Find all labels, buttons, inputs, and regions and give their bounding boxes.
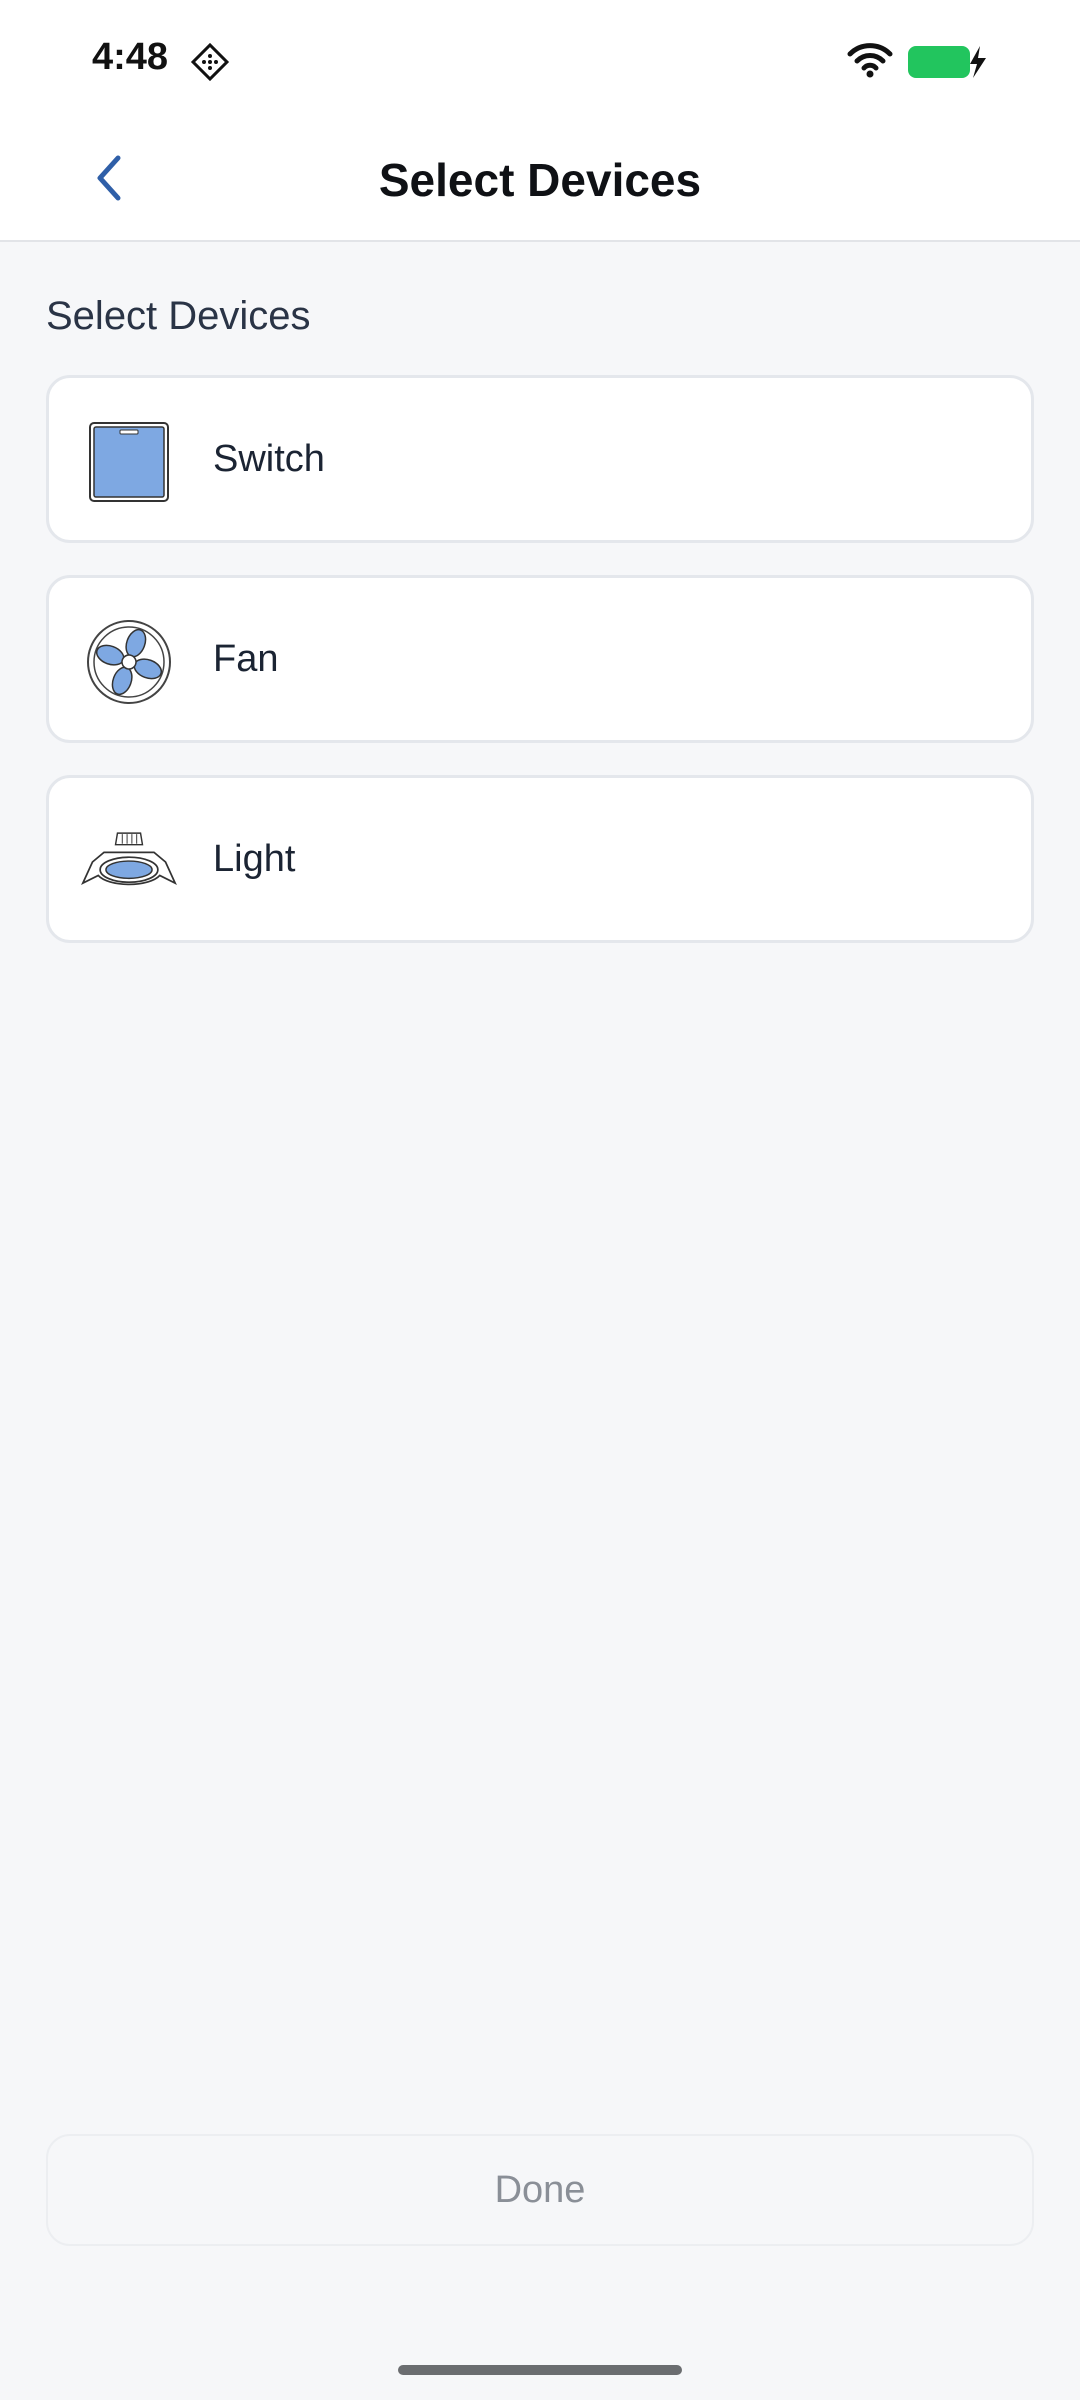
device-name: Light [213,837,296,880]
device-item-switch[interactable]: Switch [46,375,1034,543]
battery-charging-icon [906,42,990,82]
chevron-left-icon [92,154,124,207]
page-title: Select Devices [378,154,702,206]
wifi-icon [846,40,894,80]
device-item-fan[interactable]: Fan [46,575,1034,743]
light-icon [79,812,179,912]
navigation-bar: Select Devices [0,120,1080,242]
back-button[interactable] [70,150,146,210]
device-name: Switch [213,437,325,480]
status-bar: 4:48 [0,0,1080,120]
done-button[interactable]: Done [46,2134,1034,2246]
status-time: 4:48 [92,36,169,78]
device-list: Switch Fan Light [46,375,1034,975]
nfc-icon [190,42,230,82]
device-item-light[interactable]: Light [46,775,1034,943]
switch-icon [79,412,179,512]
section-label: Select Devices [46,294,311,338]
fan-icon [79,612,179,712]
home-indicator[interactable] [398,2365,682,2375]
device-name: Fan [213,637,279,680]
